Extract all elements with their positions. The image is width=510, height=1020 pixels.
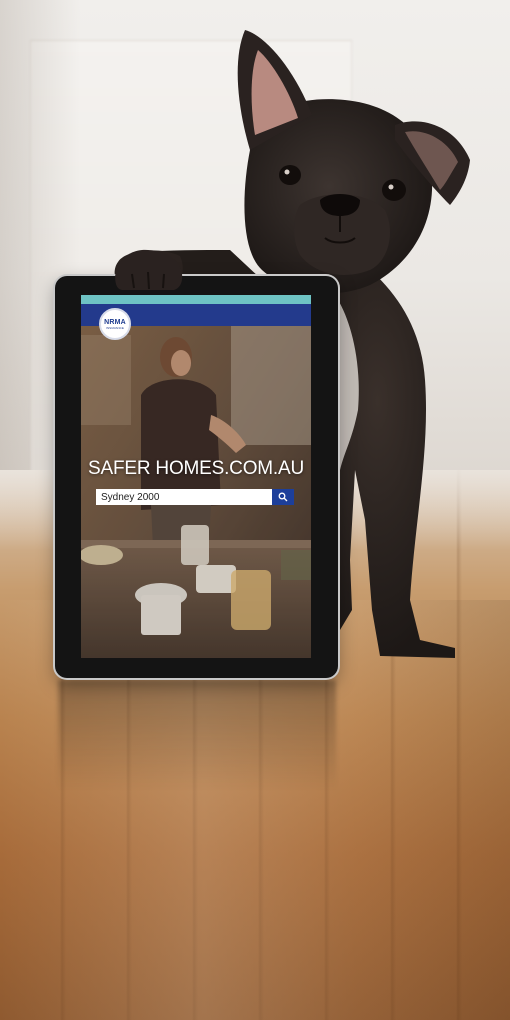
search-input[interactable] <box>96 489 272 505</box>
search-icon <box>278 492 288 502</box>
site-title: SAFER HOMES.COM.AU <box>88 458 304 479</box>
nrma-logo[interactable]: NRMA INSURANCE <box>99 308 131 340</box>
tablet-device: NRMA INSURANCE SAFER HOMES.COM.AU <box>55 276 338 678</box>
logo-text: NRMA <box>104 318 126 326</box>
search-button[interactable] <box>272 489 294 505</box>
accent-strip <box>81 295 311 304</box>
tablet-screen: NRMA INSURANCE SAFER HOMES.COM.AU <box>81 295 311 658</box>
dog-paw <box>115 249 183 290</box>
logo-subtext: INSURANCE <box>106 325 124 330</box>
ad-scene: NRMA INSURANCE SAFER HOMES.COM.AU <box>0 0 510 1020</box>
